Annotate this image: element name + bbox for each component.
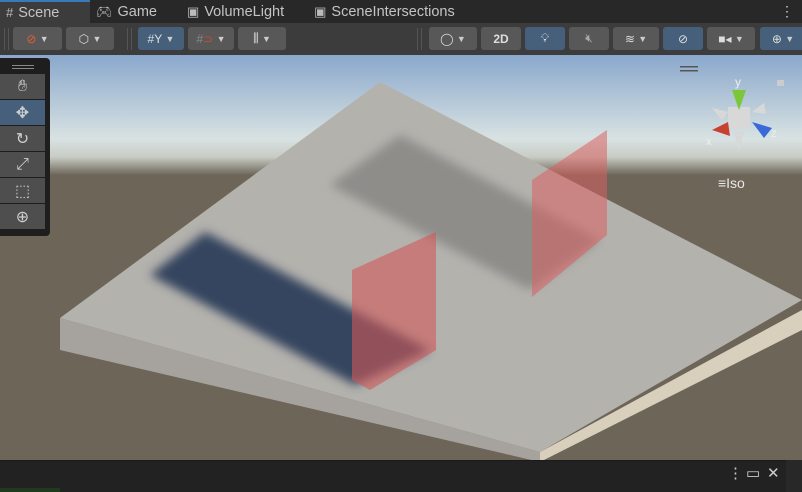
chevron-down-icon: ▼ (216, 33, 226, 44)
snap-toggle[interactable]: #⊃ ▼ (188, 27, 234, 50)
2d-toggle-button[interactable]: 2D (481, 27, 521, 50)
chevron-down-icon: ▼ (261, 33, 271, 44)
bottom-panel-header: ⋮ ▭ ✕ (0, 460, 786, 492)
effects-dropdown[interactable]: ≋ ▼ (613, 27, 659, 50)
grid-icon: # (6, 5, 14, 20)
transform-icon: ⊕ (15, 208, 30, 226)
lightbulb-icon: 💡︎ (540, 31, 550, 45)
ruler-icon: ⫼ (253, 31, 259, 45)
chevron-down-icon: ▼ (92, 33, 102, 44)
gizmo-y-label: y (735, 75, 741, 89)
chevron-down-icon: ▼ (456, 33, 466, 44)
gizmo-cube (728, 107, 750, 129)
move-arrows-icon: ✥ (15, 104, 30, 122)
scene-viewport[interactable]: y x z (0, 55, 802, 460)
scale-tool[interactable]: ⤢ (0, 152, 45, 177)
hand-icon: ✋︎ (17, 77, 28, 95)
tab-volumelight[interactable]: ▣ VolumeLight (181, 0, 294, 23)
move-tool[interactable]: ✥ (0, 100, 45, 125)
gamepad-icon: 🎮︎ (96, 3, 113, 19)
maximize-icon[interactable]: ▭ (746, 464, 760, 482)
tab-sceneintersections[interactable]: ▣ SceneIntersections (308, 0, 465, 23)
rotate-icon: ↻ (15, 130, 30, 148)
toolbar-grip[interactable] (4, 28, 9, 50)
increment-snap-dropdown[interactable]: ⫼ ▼ (238, 27, 286, 50)
tab-game[interactable]: 🎮︎ Game (90, 0, 167, 23)
tool-handle-position-dropdown[interactable]: ⊘ ▼ (13, 27, 62, 50)
camera-icon: ■◂ (718, 31, 732, 46)
tab-scene[interactable]: # Scene (0, 0, 90, 23)
menu-icon: ≡ (718, 175, 727, 191)
toolbar-grip[interactable] (127, 28, 132, 50)
gizmo-sphere-icon: ⊕ (771, 31, 782, 46)
lock-icon[interactable] (777, 80, 784, 86)
tab-label: Scene (18, 4, 60, 21)
tab-label: Game (117, 3, 158, 20)
script-icon: ▣ (187, 3, 200, 19)
layers-icon: ≋ (624, 31, 635, 46)
hand-tool[interactable]: ✋︎ (0, 74, 45, 99)
grid-snap-toggle[interactable]: #Y ▼ (138, 27, 184, 50)
tab-label: VolumeLight (204, 3, 285, 20)
chevron-down-icon: ▼ (165, 33, 175, 44)
grid-y-icon: #Y (147, 31, 163, 46)
snap-magnet-icon: #⊃ (196, 31, 214, 46)
rotate-tool[interactable]: ↻ (0, 126, 45, 151)
shading-sphere-icon: ◯ (440, 31, 454, 46)
toolbar-grip[interactable] (417, 28, 422, 50)
gizmo-menu-icon[interactable] (680, 66, 698, 68)
gizmo-z-label: z (771, 126, 777, 140)
eye-hidden-icon: ⊘ (677, 31, 689, 46)
transform-tool[interactable]: ⊕ (0, 204, 45, 229)
scene-visibility-toggle[interactable]: ⊘ (663, 27, 703, 50)
camera-dropdown[interactable]: ■◂ ▼ (707, 27, 755, 50)
cube-icon: ⬡ (78, 31, 90, 46)
audio-toggle[interactable]: 🔇︎ (569, 27, 609, 50)
scene-toolbar: ⊘ ▼ ⬡ ▼ #Y ▼ #⊃ ▼ ⫼ ▼ ◯ ▼ 2D 💡︎ 🔇︎ ≋ ▼ ⊘… (0, 23, 802, 55)
chevron-down-icon: ▼ (39, 33, 49, 44)
scene-render: y x z (0, 55, 802, 460)
projection-toggle[interactable]: ≡Iso (718, 175, 745, 191)
tools-overlay: ✋︎ ✥ ↻ ⤢ ⬚ ⊕ (0, 58, 50, 236)
tool-handle-rotation-dropdown[interactable]: ⬡ ▼ (66, 27, 114, 50)
chevron-down-icon: ▼ (785, 33, 795, 44)
panel-edge (0, 488, 60, 492)
overlay-grip[interactable] (12, 65, 34, 69)
close-icon[interactable]: ✕ (767, 464, 780, 482)
lighting-toggle[interactable]: 💡︎ (525, 27, 565, 50)
gizmos-dropdown[interactable]: ⊕ ▼ (760, 27, 802, 50)
pivot-icon: ⊘ (26, 31, 37, 46)
projection-label: Iso (726, 175, 745, 191)
more-options-icon[interactable]: ⋮ (728, 464, 743, 482)
gizmo-x-label: x (706, 136, 712, 148)
chevron-down-icon: ▼ (734, 33, 744, 44)
mute-audio-icon: 🔇︎ (585, 31, 593, 45)
scale-icon: ⤢ (16, 155, 29, 173)
chevron-down-icon: ▼ (638, 33, 648, 44)
more-options-icon[interactable]: ⋮ (780, 3, 794, 20)
rect-tool[interactable]: ⬚ (0, 178, 45, 203)
rect-icon: ⬚ (14, 182, 31, 200)
tab-label: SceneIntersections (331, 3, 455, 20)
tab-bar: # Scene 🎮︎ Game ▣ VolumeLight ▣ SceneInterse… (0, 0, 802, 23)
draw-mode-dropdown[interactable]: ◯ ▼ (429, 27, 477, 50)
script-icon: ▣ (314, 3, 327, 19)
